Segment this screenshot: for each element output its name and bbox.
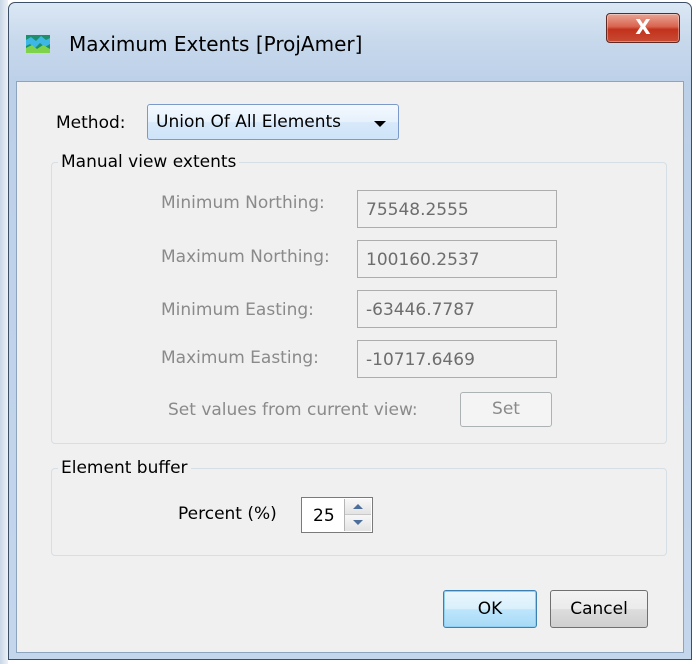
element-buffer-title: Element buffer [58, 458, 191, 478]
ok-button[interactable]: OK [443, 590, 537, 628]
spin-up-button[interactable] [345, 499, 371, 515]
minimum-northing-field[interactable]: 75548.2555 [357, 190, 557, 228]
arrow-up-icon [353, 504, 363, 509]
minimum-easting-field[interactable]: -63446.7787 [357, 290, 557, 328]
maximum-northing-value: 100160.2537 [366, 250, 480, 270]
minimum-northing-label: Minimum Northing: [161, 193, 325, 213]
set-button[interactable]: Set [460, 392, 552, 427]
spin-down-button[interactable] [345, 515, 371, 531]
maximum-easting-label: Maximum Easting: [161, 348, 319, 368]
maximum-northing-field[interactable]: 100160.2537 [357, 240, 557, 278]
percent-value: 25 [313, 506, 335, 526]
percent-stepper[interactable]: 25 [301, 497, 373, 533]
minimum-northing-value: 75548.2555 [366, 200, 469, 220]
percent-label: Percent (%) [178, 504, 277, 524]
manual-view-extents-title: Manual view extents [58, 152, 240, 172]
maximum-easting-field[interactable]: -10717.6469 [357, 340, 557, 378]
window-title: Maximum Extents [ProjAmer] [69, 32, 363, 56]
dialog-content: Method: Union Of All Elements Manual vie… [16, 81, 684, 653]
minimum-easting-label: Minimum Easting: [161, 300, 314, 320]
percent-spinner [344, 499, 371, 531]
maximum-easting-value: -10717.6469 [366, 350, 475, 370]
app-map-icon [26, 35, 50, 53]
title-bar[interactable]: Maximum Extents [ProjAmer] X [9, 3, 691, 83]
set-values-label: Set values from current view: [168, 400, 418, 420]
method-selected-value: Union Of All Elements [156, 112, 342, 132]
method-dropdown[interactable]: Union Of All Elements [147, 104, 399, 140]
maximum-northing-label: Maximum Northing: [161, 247, 330, 267]
arrow-down-icon [353, 520, 363, 525]
chevron-down-icon [374, 121, 386, 127]
minimum-easting-value: -63446.7787 [366, 300, 475, 320]
method-label: Method: [56, 113, 126, 133]
dialog-window: Maximum Extents [ProjAmer] X Method: Uni… [8, 2, 692, 660]
close-button[interactable]: X [606, 13, 680, 43]
desktop-background [0, 0, 8, 664]
cancel-button[interactable]: Cancel [550, 590, 648, 628]
